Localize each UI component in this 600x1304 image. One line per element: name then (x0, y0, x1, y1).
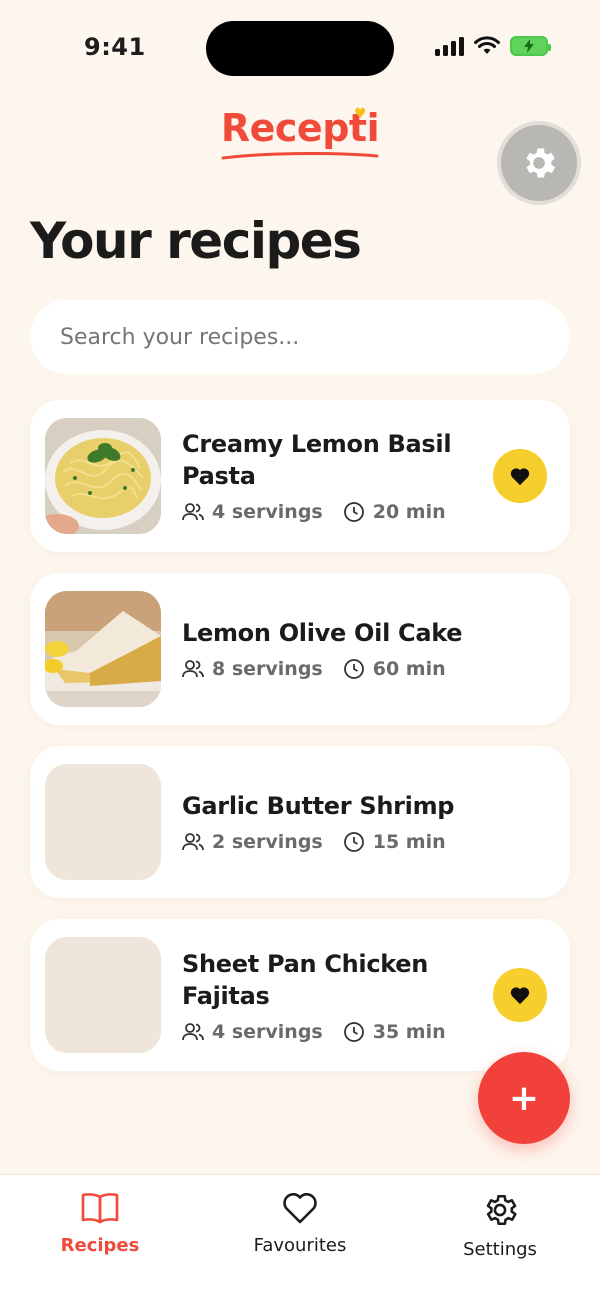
battery-icon (510, 36, 551, 56)
recipe-image-placeholder (45, 937, 161, 1053)
tab-label: Favourites (253, 1235, 347, 1256)
status-bar: 9:41 (0, 0, 600, 96)
recipe-title: Sheet Pan Chicken Fajitas (182, 950, 429, 1010)
clock-icon (343, 1022, 364, 1042)
people-icon (182, 503, 204, 521)
status-time: 9:41 (84, 33, 146, 61)
servings-info: 2 servings (182, 831, 323, 853)
heart-outline-icon (283, 1193, 317, 1224)
recipe-meta: 2 servings 15 min (182, 831, 466, 853)
favourite-button[interactable] (493, 968, 547, 1022)
servings-text: 2 servings (212, 831, 323, 853)
recipe-image-pasta (45, 418, 161, 534)
gear-icon (526, 148, 556, 178)
servings-info: 4 servings (182, 501, 323, 523)
clock-icon (343, 659, 364, 679)
settings-button[interactable] (501, 125, 577, 201)
search-input[interactable] (30, 300, 570, 374)
add-recipe-button[interactable]: + (478, 1052, 570, 1144)
heart-icon (510, 987, 530, 1005)
recipe-card[interactable]: Garlic Butter Shrimp 2 servings 15 min (30, 746, 570, 898)
time-text: 60 min (372, 658, 446, 680)
recipe-card[interactable]: Lemon Olive Oil Cake 8 servings 60 min (30, 573, 570, 725)
recipe-title: Creamy Lemon Basil Pasta (182, 430, 452, 490)
status-icons (435, 36, 551, 56)
recipe-card[interactable]: Sheet Pan Chicken Fajitas 4 servings 35 … (30, 919, 570, 1071)
tab-label: Settings (463, 1239, 537, 1260)
logo-underline (221, 152, 379, 160)
servings-info: 8 servings (182, 658, 323, 680)
servings-text: 4 servings (212, 1021, 323, 1043)
time-info: 35 min (343, 1021, 446, 1043)
wifi-icon (474, 36, 500, 54)
recipe-meta: 8 servings 60 min (182, 658, 466, 680)
tab-favourites[interactable]: Favourites (200, 1175, 400, 1304)
recipe-image-cake (45, 591, 161, 707)
servings-text: 4 servings (212, 501, 323, 523)
logo-heart-icon: ♥ (354, 106, 367, 122)
clock-icon (343, 502, 364, 522)
recipe-meta: 4 servings 35 min (182, 1021, 466, 1043)
people-icon (182, 660, 204, 678)
favourite-button[interactable] (493, 449, 547, 503)
tab-recipes[interactable]: Recipes (0, 1175, 200, 1304)
time-info: 20 min (343, 501, 446, 523)
clock-icon (343, 832, 364, 852)
recipe-title: Garlic Butter Shrimp (182, 792, 455, 820)
page-title: Your recipes (30, 212, 362, 270)
time-info: 60 min (343, 658, 446, 680)
gear-icon (486, 1194, 517, 1226)
dynamic-island (206, 21, 394, 76)
recipe-image-placeholder (45, 764, 161, 880)
time-text: 20 min (372, 501, 446, 523)
time-info: 15 min (343, 831, 446, 853)
book-icon (81, 1193, 119, 1224)
recipe-title: Lemon Olive Oil Cake (182, 619, 463, 647)
heart-icon (510, 468, 530, 486)
recipe-meta: 4 servings 20 min (182, 501, 466, 523)
cellular-signal-icon (435, 36, 464, 56)
people-icon (182, 1023, 204, 1041)
plus-icon: + (508, 1077, 540, 1119)
time-text: 35 min (372, 1021, 446, 1043)
bottom-tab-bar: Recipes Favourites Settings (0, 1174, 600, 1304)
servings-text: 8 servings (212, 658, 323, 680)
people-icon (182, 833, 204, 851)
servings-info: 4 servings (182, 1021, 323, 1043)
tab-settings[interactable]: Settings (400, 1175, 600, 1304)
time-text: 15 min (372, 831, 446, 853)
tab-label: Recipes (60, 1235, 140, 1256)
recipe-card[interactable]: Creamy Lemon Basil Pasta 4 servings 20 m… (30, 400, 570, 552)
